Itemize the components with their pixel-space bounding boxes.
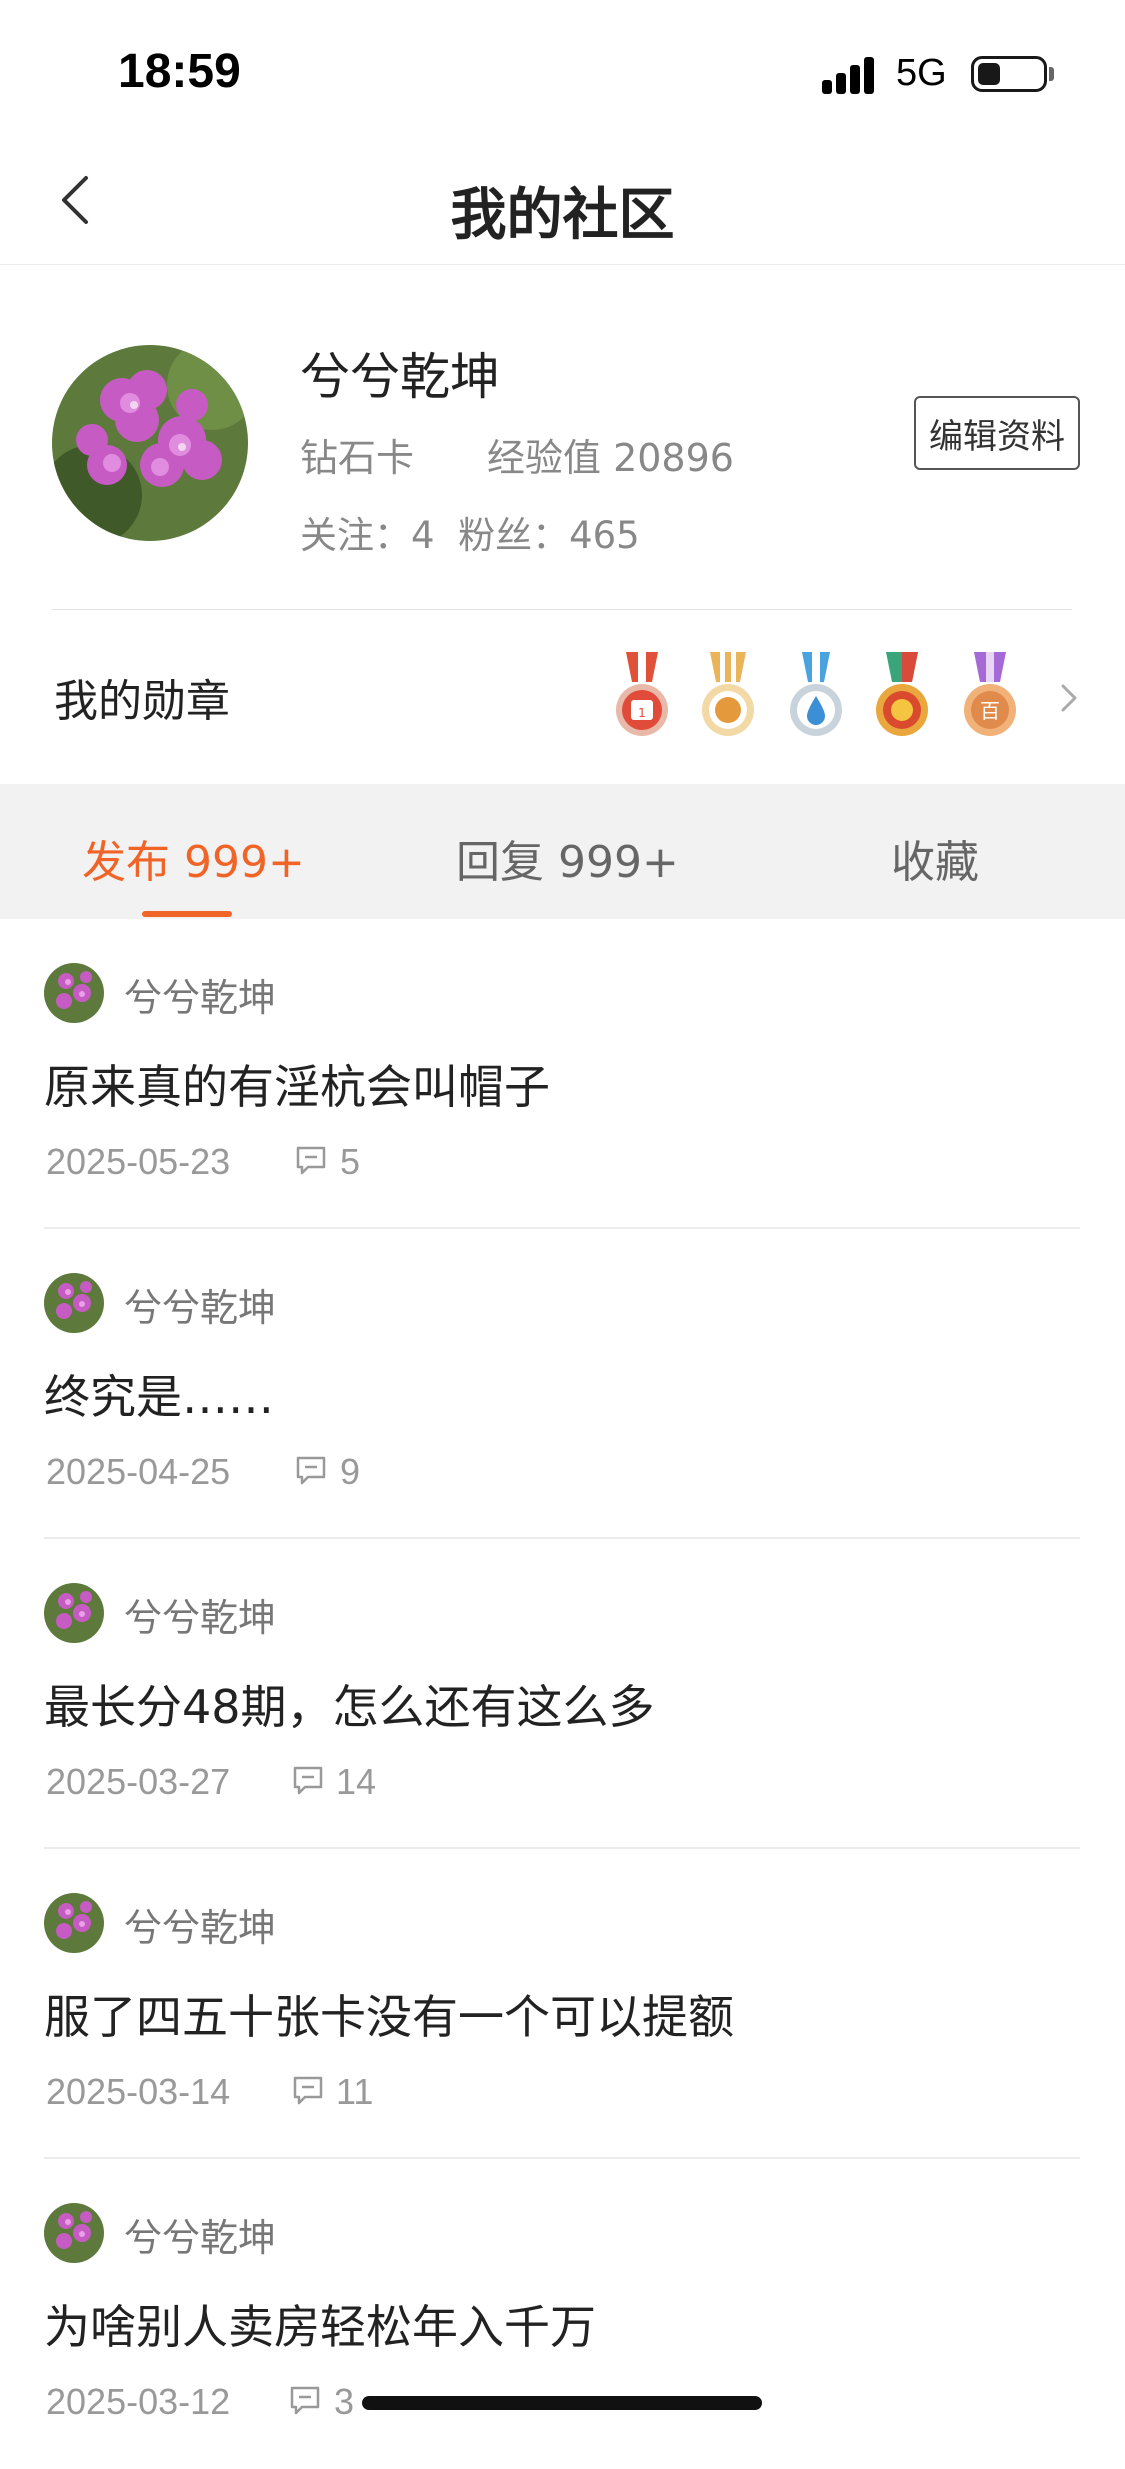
author-avatar[interactable] xyxy=(44,1583,104,1643)
post-title[interactable]: 服了四五十张卡没有一个可以提额 xyxy=(44,1981,734,2047)
avatar[interactable] xyxy=(52,345,248,541)
tab-bar: 发布 999+ 回复 999+ 收藏 xyxy=(0,784,1125,919)
battery-icon xyxy=(971,56,1047,92)
member-level: 钻石卡 xyxy=(300,436,415,480)
author-name: 兮兮乾坤 xyxy=(124,1286,277,1330)
active-tab-indicator xyxy=(142,911,232,917)
post-title[interactable]: 原来真的有淫杭会叫帽子 xyxy=(44,1051,550,1117)
comment-count: 14 xyxy=(336,1761,377,1802)
gold-medal-icon xyxy=(702,652,754,736)
comment-icon xyxy=(290,2386,320,2415)
list-item[interactable]: 兮兮乾坤 最长分48期，怎么还有这么多 2025-03-27 14 xyxy=(0,1539,1125,1849)
water-drop-medal-icon xyxy=(790,652,842,736)
comment-count: 3 xyxy=(334,2381,355,2422)
author-name: 兮兮乾坤 xyxy=(124,2216,277,2260)
post-title[interactable]: 终究是…… xyxy=(44,1361,274,1427)
tab-replies[interactable]: 回复 999+ xyxy=(456,826,679,890)
username: 兮兮乾坤 xyxy=(300,348,500,406)
author-avatar[interactable] xyxy=(44,1273,104,1333)
author-name: 兮兮乾坤 xyxy=(124,1906,277,1950)
signal-icon xyxy=(822,54,882,94)
post-title[interactable]: 最长分48期，怎么还有这么多 xyxy=(44,1671,655,1737)
edit-profile-button[interactable]: 编辑资料 xyxy=(914,396,1080,470)
status-bar: 18:59 5G xyxy=(0,0,1125,140)
chevron-right-icon xyxy=(1061,684,1077,712)
post-date: 2025-03-14 xyxy=(46,2071,231,2112)
comment-count: 11 xyxy=(336,2071,374,2112)
tab-favorites[interactable]: 收藏 xyxy=(891,826,979,890)
tab-posts[interactable]: 发布 999+ xyxy=(82,826,305,890)
author-name: 兮兮乾坤 xyxy=(124,976,277,1020)
network-label: 5G xyxy=(896,52,947,94)
profile-card: 兮兮乾坤 钻石卡 经验值 20896 关注：4 粉丝：465 编辑资料 xyxy=(0,265,1125,610)
comment-count: 9 xyxy=(340,1451,361,1492)
comment-icon xyxy=(296,1146,326,1175)
list-item[interactable]: 兮兮乾坤 服了四五十张卡没有一个可以提额 2025-03-14 11 xyxy=(0,1849,1125,2159)
author-avatar[interactable] xyxy=(44,963,104,1023)
author-avatar[interactable] xyxy=(44,1893,104,1953)
battery-tip xyxy=(1049,67,1054,81)
follow-stats[interactable]: 关注：4 粉丝：465 xyxy=(300,505,640,559)
home-indicator[interactable] xyxy=(362,2396,762,2410)
nav-bar: 我的社区 xyxy=(0,140,1125,265)
status-time: 18:59 xyxy=(118,45,241,98)
post-date: 2025-03-12 xyxy=(46,2381,231,2422)
comment-count: 5 xyxy=(340,1141,361,1182)
author-name: 兮兮乾坤 xyxy=(124,1596,277,1640)
post-date: 2025-05-23 xyxy=(46,1141,231,1182)
svg-text:百: 百 xyxy=(980,699,1000,723)
svg-text:1: 1 xyxy=(638,706,646,720)
calendar-medal-icon: 1 xyxy=(616,652,668,736)
post-date: 2025-04-25 xyxy=(46,1451,231,1492)
list-item[interactable]: 兮兮乾坤 为啥别人卖房轻松年入千万 2025-03-12 3 xyxy=(0,2159,1125,2469)
post-date: 2025-03-27 xyxy=(46,1761,231,1802)
medals-row[interactable]: 我的勋章 1 百 xyxy=(0,610,1125,784)
post-title[interactable]: 为啥别人卖房轻松年入千万 xyxy=(44,2291,596,2357)
lucky-medal-icon xyxy=(876,652,928,736)
comment-icon xyxy=(296,1456,326,1485)
medals-label: 我的勋章 xyxy=(54,676,230,727)
list-item[interactable]: 兮兮乾坤 原来真的有淫杭会叫帽子 2025-05-23 5 xyxy=(0,919,1125,1229)
author-avatar[interactable] xyxy=(44,2203,104,2263)
experience-value: 经验值 20896 xyxy=(487,436,734,480)
comment-icon xyxy=(293,2076,323,2105)
list-item[interactable]: 兮兮乾坤 终究是…… 2025-04-25 9 xyxy=(0,1229,1125,1539)
hundred-medal-icon: 百 xyxy=(964,652,1016,736)
comment-icon xyxy=(293,1766,323,1795)
page-title: 我的社区 xyxy=(450,183,675,248)
